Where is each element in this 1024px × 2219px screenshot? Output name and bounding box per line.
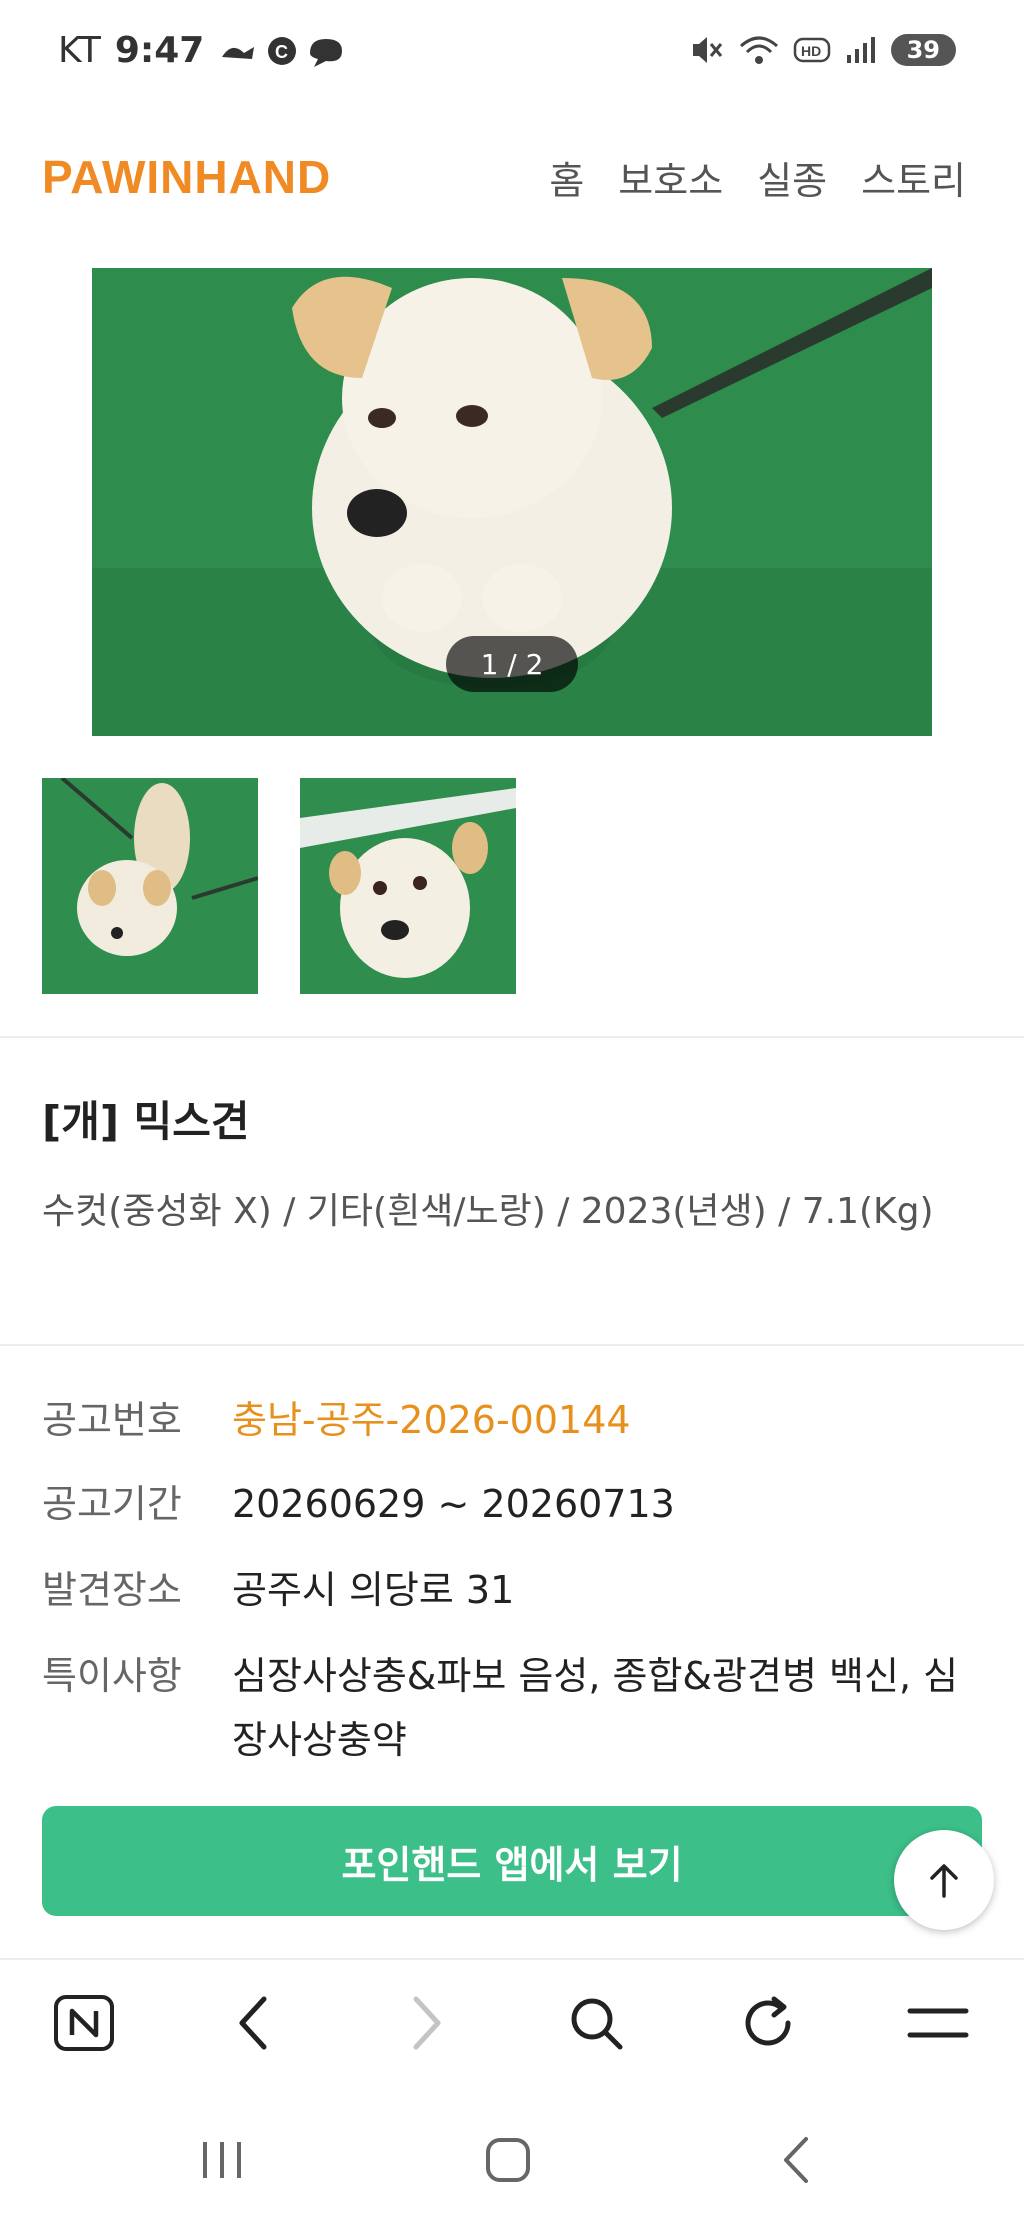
thumbnail-2[interactable] xyxy=(300,778,516,994)
arrow-up-icon xyxy=(930,1864,958,1898)
status-bar: KT 9:47 C HD 39 xyxy=(0,0,1024,110)
menu-icon xyxy=(907,2008,969,2038)
notice-number[interactable]: 충남-공주-2026-00144 xyxy=(232,1388,992,1452)
info-label: 공고기간 xyxy=(42,1482,182,1526)
notification-icons: C xyxy=(222,36,343,67)
animal-title: [개] 믹스견 xyxy=(42,1097,250,1146)
battery-indicator: 39 xyxy=(890,34,956,66)
svg-text:C: C xyxy=(275,42,288,62)
scroll-to-top-button[interactable] xyxy=(894,1830,994,1930)
nav-shelter[interactable]: 보호소 xyxy=(618,150,723,205)
system-back-button[interactable] xyxy=(756,2130,836,2190)
refresh-icon xyxy=(745,1996,791,2046)
info-row-found-place: 발견장소 공주시 의당로 31 xyxy=(42,1558,992,1622)
home-button[interactable] xyxy=(468,2130,548,2190)
nav-home[interactable]: 홈 xyxy=(549,150,584,205)
wifi-icon xyxy=(739,36,778,64)
section-divider xyxy=(0,1036,1024,1038)
info-row-notice-number: 공고번호 충남-공주-2026-00144 xyxy=(42,1388,992,1452)
recent-apps-button[interactable] xyxy=(182,2130,262,2190)
search-button[interactable] xyxy=(556,1988,636,2058)
info-row-notice-period: 공고기간 20260629 ~ 20260713 xyxy=(42,1472,992,1536)
found-place: 공주시 의당로 31 xyxy=(232,1568,515,1612)
recent-apps-icon xyxy=(203,2142,241,2178)
info-row-special-notes: 특이사항 심장사상충&파보 음성, 종합&광견병 백신, 심장사상충약 xyxy=(42,1644,992,1772)
nav-missing[interactable]: 실종 xyxy=(757,150,827,205)
back-button[interactable] xyxy=(214,1988,294,2058)
svg-text:HD: HD xyxy=(801,43,821,59)
back-icon xyxy=(784,2137,808,2183)
naver-home-button[interactable] xyxy=(44,1988,124,2058)
section-divider xyxy=(0,1344,1024,1346)
notice-period: 20260629 ~ 20260713 xyxy=(232,1482,675,1526)
open-in-app-button[interactable]: 포인핸드 앱에서 보기 xyxy=(42,1806,982,1916)
back-arrow-icon xyxy=(239,1996,267,2050)
signal-icon xyxy=(846,37,875,63)
home-icon xyxy=(486,2138,530,2182)
browser-toolbar xyxy=(0,1958,1024,2090)
clock: 9:47 xyxy=(114,30,205,71)
animal-description: 수컷(중성화 X) / 기타(흰색/노랑) / 2023(년생) / 7.1(K… xyxy=(42,1191,934,1232)
menu-button[interactable] xyxy=(898,1988,978,2058)
dog-thumbnail-1 xyxy=(42,778,258,994)
photo-pager: 1 / 2 xyxy=(446,636,578,692)
mute-icon xyxy=(692,37,722,63)
forward-button[interactable] xyxy=(386,1988,466,2058)
thumbnail-1[interactable] xyxy=(42,778,258,994)
refresh-button[interactable] xyxy=(728,1988,808,2058)
hd-icon: HD xyxy=(793,37,830,63)
info-label: 특이사항 xyxy=(42,1654,182,1698)
naver-n-icon xyxy=(54,1995,114,2051)
status-right: HD 39 xyxy=(689,34,956,66)
special-notes: 심장사상충&파보 음성, 종합&광견병 백신, 심장사상충약 xyxy=(232,1654,959,1762)
info-label: 발견장소 xyxy=(42,1568,182,1612)
status-left: KT 9:47 C xyxy=(58,30,348,71)
main-nav: 홈 보호소 실종 스토리 xyxy=(549,150,966,205)
info-label: 공고번호 xyxy=(42,1398,182,1442)
carrier-label: KT xyxy=(58,30,101,71)
site-logo[interactable]: PAWINHAND xyxy=(42,150,331,204)
forward-arrow-icon xyxy=(413,1996,441,2050)
dog-thumbnail-2 xyxy=(300,778,516,994)
nav-story[interactable]: 스토리 xyxy=(861,150,966,205)
search-icon xyxy=(571,1998,623,2050)
